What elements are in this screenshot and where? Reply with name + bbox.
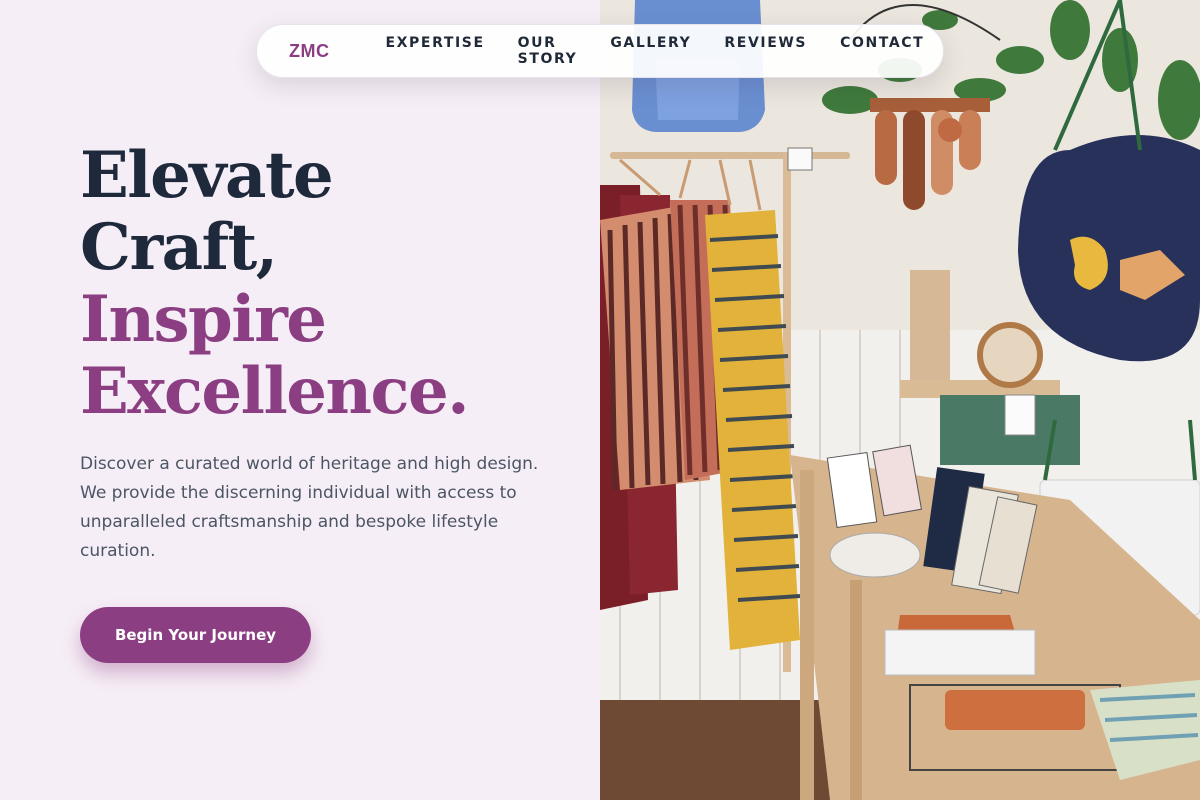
top-navigation: ZMC EXPERTISE OUR STORY GALLERY REVIEWS … <box>256 24 944 78</box>
nav-link-gallery[interactable]: GALLERY <box>610 35 691 67</box>
nav-link-our-story[interactable]: OUR STORY <box>518 35 578 67</box>
headline-line-1: Elevate <box>80 138 334 213</box>
boutique-interior-photo <box>600 0 1200 800</box>
hero-image <box>600 0 1200 800</box>
headline-line-2: Craft, <box>80 210 278 285</box>
logo-link[interactable]: ZMC <box>289 41 330 62</box>
begin-journey-button[interactable]: Begin Your Journey <box>80 607 311 663</box>
headline-line-3: Inspire <box>80 282 327 357</box>
hero-description: Discover a curated world of heritage and… <box>80 454 539 561</box>
nav-link-contact[interactable]: CONTACT <box>840 35 924 67</box>
nav-link-reviews[interactable]: REVIEWS <box>724 35 807 67</box>
headline-line-4: Excellence. <box>80 354 469 429</box>
nav-links: EXPERTISE OUR STORY GALLERY REVIEWS CONT… <box>386 35 925 67</box>
hero-headline: Elevate Craft, Inspire Excellence. <box>80 138 469 429</box>
nav-link-expertise[interactable]: EXPERTISE <box>386 35 485 67</box>
hero-left-panel: Elevate Craft, Inspire Excellence. Disco… <box>0 0 600 800</box>
